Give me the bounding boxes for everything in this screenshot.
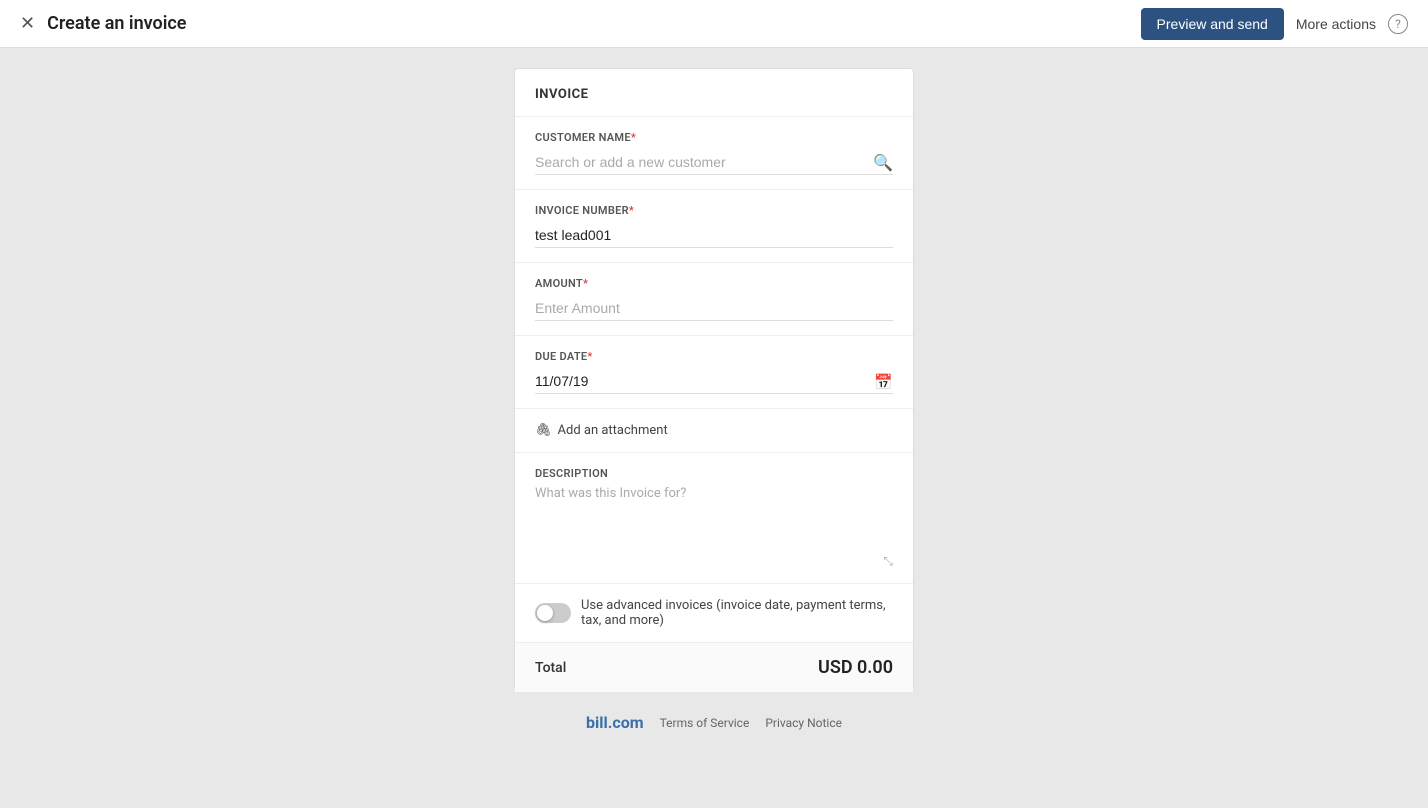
advanced-toggle-label: Use advanced invoices (invoice date, pay… xyxy=(581,598,893,628)
amount-section: AMOUNT* xyxy=(515,263,913,336)
search-icon[interactable]: 🔍 xyxy=(873,153,893,172)
customer-name-input-wrapper: 🔍 xyxy=(535,150,893,175)
top-bar-right: Preview and send More actions ? xyxy=(1141,8,1408,40)
terms-of-service-link[interactable]: Terms of Service xyxy=(660,716,750,730)
resize-handle: ⤡ xyxy=(535,554,893,569)
help-icon[interactable]: ? xyxy=(1388,14,1408,34)
description-label: DESCRIPTION xyxy=(535,467,893,480)
description-input[interactable] xyxy=(535,486,893,546)
description-section: DESCRIPTION ⤡ xyxy=(515,453,913,584)
toggle-thumb xyxy=(537,605,553,621)
due-date-input-wrapper: 📅 xyxy=(535,369,893,394)
toggle-track[interactable] xyxy=(535,603,571,623)
total-value: USD 0.00 xyxy=(818,657,893,678)
preview-send-button[interactable]: Preview and send xyxy=(1141,8,1284,40)
main-content: INVOICE CUSTOMER NAME* 🔍 INVOICE NUMBER* xyxy=(0,48,1428,760)
more-actions-button[interactable]: More actions xyxy=(1296,16,1376,32)
top-bar-left: ✕ Create an invoice xyxy=(20,13,186,34)
customer-name-label: CUSTOMER NAME* xyxy=(535,131,893,144)
close-button[interactable]: ✕ xyxy=(20,13,35,34)
invoice-number-label: INVOICE NUMBER* xyxy=(535,204,893,217)
customer-name-section: CUSTOMER NAME* 🔍 xyxy=(515,117,913,190)
paperclip-icon: 🖇 xyxy=(535,423,552,438)
top-bar: ✕ Create an invoice Preview and send Mor… xyxy=(0,0,1428,48)
calendar-icon[interactable]: 📅 xyxy=(874,373,893,391)
total-label: Total xyxy=(535,660,566,676)
due-date-label: DUE DATE* xyxy=(535,350,893,363)
attachment-section[interactable]: 🖇 Add an attachment xyxy=(515,409,913,453)
amount-input-wrapper xyxy=(535,296,893,321)
invoice-number-input-wrapper xyxy=(535,223,893,248)
due-date-section: DUE DATE* 📅 xyxy=(515,336,913,409)
invoice-section-title: INVOICE xyxy=(535,87,588,102)
footer: bill.com Terms of Service Privacy Notice xyxy=(578,705,850,740)
attachment-label: Add an attachment xyxy=(558,423,668,438)
customer-name-input[interactable] xyxy=(535,150,893,175)
brand-logo: bill.com xyxy=(586,713,644,732)
invoice-number-input[interactable] xyxy=(535,223,893,248)
amount-label: AMOUNT* xyxy=(535,277,893,290)
advanced-toggle-section: Use advanced invoices (invoice date, pay… xyxy=(515,584,913,643)
invoice-number-section: INVOICE NUMBER* xyxy=(515,190,913,263)
invoice-header: INVOICE xyxy=(515,69,913,117)
total-section: Total USD 0.00 xyxy=(515,643,913,692)
advanced-toggle[interactable] xyxy=(535,603,571,623)
invoice-card: INVOICE CUSTOMER NAME* 🔍 INVOICE NUMBER* xyxy=(514,68,914,689)
privacy-notice-link[interactable]: Privacy Notice xyxy=(765,716,842,730)
amount-input[interactable] xyxy=(535,296,893,321)
due-date-input[interactable] xyxy=(535,369,893,394)
page-title: Create an invoice xyxy=(47,13,186,34)
